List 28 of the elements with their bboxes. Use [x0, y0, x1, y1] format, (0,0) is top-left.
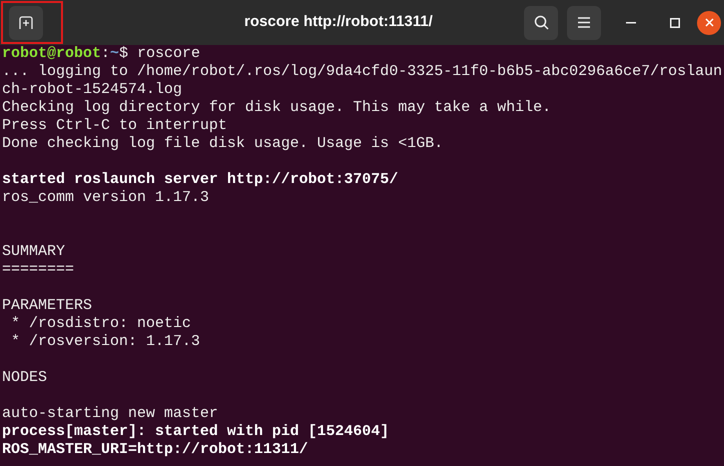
terminal-line: ========: [2, 261, 76, 279]
close-button[interactable]: [697, 10, 721, 34]
search-icon: [534, 15, 548, 30]
new-tab-button[interactable]: [9, 6, 43, 40]
terminal-line: Done checking log file disk usage. Usage is <1GB.: [2, 135, 444, 153]
minimize-icon: [626, 22, 636, 24]
search-button[interactable]: [524, 6, 558, 40]
terminal-line: process[master]: started with pid [1524604]: [2, 423, 390, 441]
terminal-line: SUMMARY: [2, 243, 66, 261]
menu-icon: [578, 17, 590, 28]
terminal-line: ros_comm version 1.17.3: [2, 189, 210, 207]
window-title: roscore http://robot:11311/: [244, 12, 433, 32]
terminal-line: NODES: [2, 369, 48, 387]
maximize-icon: [670, 18, 680, 28]
close-icon: [704, 18, 714, 27]
terminal-line: * /rosversion: 1.17.3: [10, 333, 202, 351]
terminal-line: auto-starting new master: [2, 405, 220, 423]
menu-button[interactable]: [567, 6, 601, 40]
terminal-line: ch-robot-1524574.log: [2, 81, 184, 99]
terminal-line: Press Ctrl-C to interrupt: [2, 117, 228, 135]
terminal-line: ROS_MASTER_URI=http://robot:11311/: [2, 441, 310, 459]
terminal-line: started roslaunch server http://robot:37075/: [2, 171, 400, 189]
terminal-line: PARAMETERS: [2, 297, 94, 315]
terminal-line: Checking log directory for disk usage. This may take a while.: [2, 99, 552, 117]
terminal-line: ... logging to /home/robot/.ros/log/9da4cfd0-3325-11f0-b6b5-abc0296a6ce7/roslaun: [2, 63, 724, 81]
terminal-line: * /rosdistro: noetic: [10, 315, 192, 333]
new-tab-icon: [19, 16, 33, 30]
terminal-prompt: robot@robot:~$ roscore: [2, 45, 202, 63]
